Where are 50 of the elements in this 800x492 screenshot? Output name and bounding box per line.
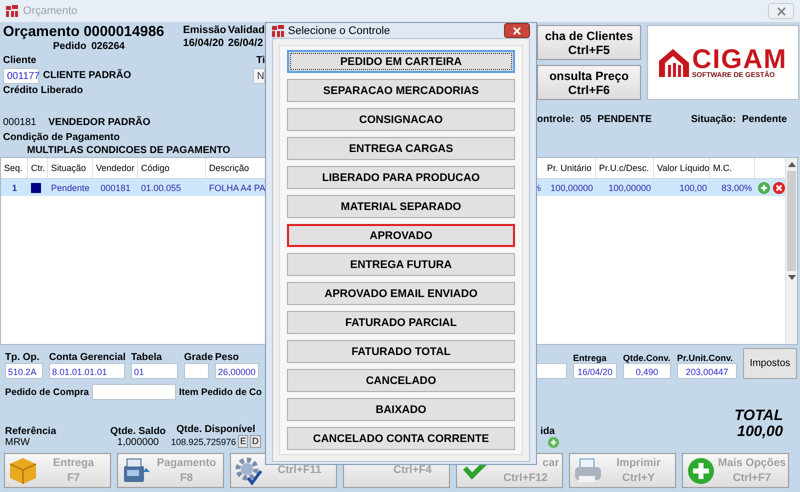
- pedido-number: 026264: [91, 41, 125, 53]
- emissao-date: 16/04/20: [183, 37, 225, 50]
- condicao-value: MULTIPLAS CONDICOES DE PAGAMENTO: [26, 145, 232, 157]
- field-label: Pedido de Compra: [5, 386, 89, 398]
- controle-code: 05: [580, 114, 592, 125]
- emissao-label: Emissão: [183, 24, 228, 37]
- table-cell: 100,00000: [608, 182, 651, 192]
- table-cell: FOLHA A4 PA: [209, 182, 266, 192]
- saldo-label: Qtde. Saldo: [110, 426, 166, 437]
- table-cell: 01.00.055: [141, 182, 182, 192]
- total-label: TOTAL: [734, 408, 783, 424]
- situacao-value: Pendente: [742, 114, 787, 125]
- table-cell: 83,00%: [721, 182, 752, 192]
- cliente-label: Cliente: [3, 55, 36, 67]
- referencia-value: MRW: [5, 437, 31, 448]
- field-label: Qtde.Conv.: [623, 353, 671, 363]
- table-cell: 100,00: [679, 182, 707, 192]
- validade-date: 26/04/2: [228, 37, 264, 50]
- field-label: Tp. Op.: [5, 352, 40, 363]
- vendedor-code: 000181: [3, 117, 36, 129]
- referencia-label: Referência: [5, 426, 58, 437]
- field-label: Tabela: [131, 352, 163, 363]
- order-title: Orçamento 0000014986: [3, 23, 166, 41]
- field-label: ida: [540, 426, 555, 437]
- field-label: Item Pedido de Co: [178, 386, 262, 398]
- condicao-label: Condição de Pagamento: [3, 132, 121, 144]
- saldo-value: 1,000000: [117, 437, 159, 448]
- table-cell: 100,00000: [550, 182, 593, 192]
- field-label: Peso: [215, 352, 240, 363]
- table-cell: 1: [12, 182, 17, 192]
- logo-name: CIGAM: [692, 46, 787, 72]
- situacao-label: Situação:: [690, 114, 736, 125]
- total-value: 100,00: [737, 424, 783, 440]
- field-label: Pr.Unit.Conv.: [677, 353, 734, 363]
- cliente-name: CLIENTE PADRÃO: [43, 70, 132, 82]
- validade-label: Validad: [228, 24, 265, 37]
- vendedor-name: VENDEDOR PADRÃO: [48, 117, 150, 129]
- controle-label: ontrole:: [537, 114, 574, 125]
- pedido-label: Pedido: [53, 41, 86, 53]
- table-cell: Pendente: [51, 182, 90, 192]
- disponivel-label: Qtde. Disponível: [176, 424, 256, 435]
- disponivel-value: 108.925,725976: [171, 436, 236, 446]
- window-title: Orçamento: [23, 5, 78, 17]
- field-label: Conta Gerencial: [49, 352, 125, 363]
- credit-status: Crédito Liberado: [3, 85, 84, 97]
- field-label: Entrega: [573, 353, 608, 363]
- controle-status: PENDENTE: [597, 114, 652, 125]
- field-label: Ti: [256, 55, 265, 67]
- table-cell: 000181: [100, 182, 131, 192]
- dialog-title: Selecione o Controle: [288, 24, 390, 36]
